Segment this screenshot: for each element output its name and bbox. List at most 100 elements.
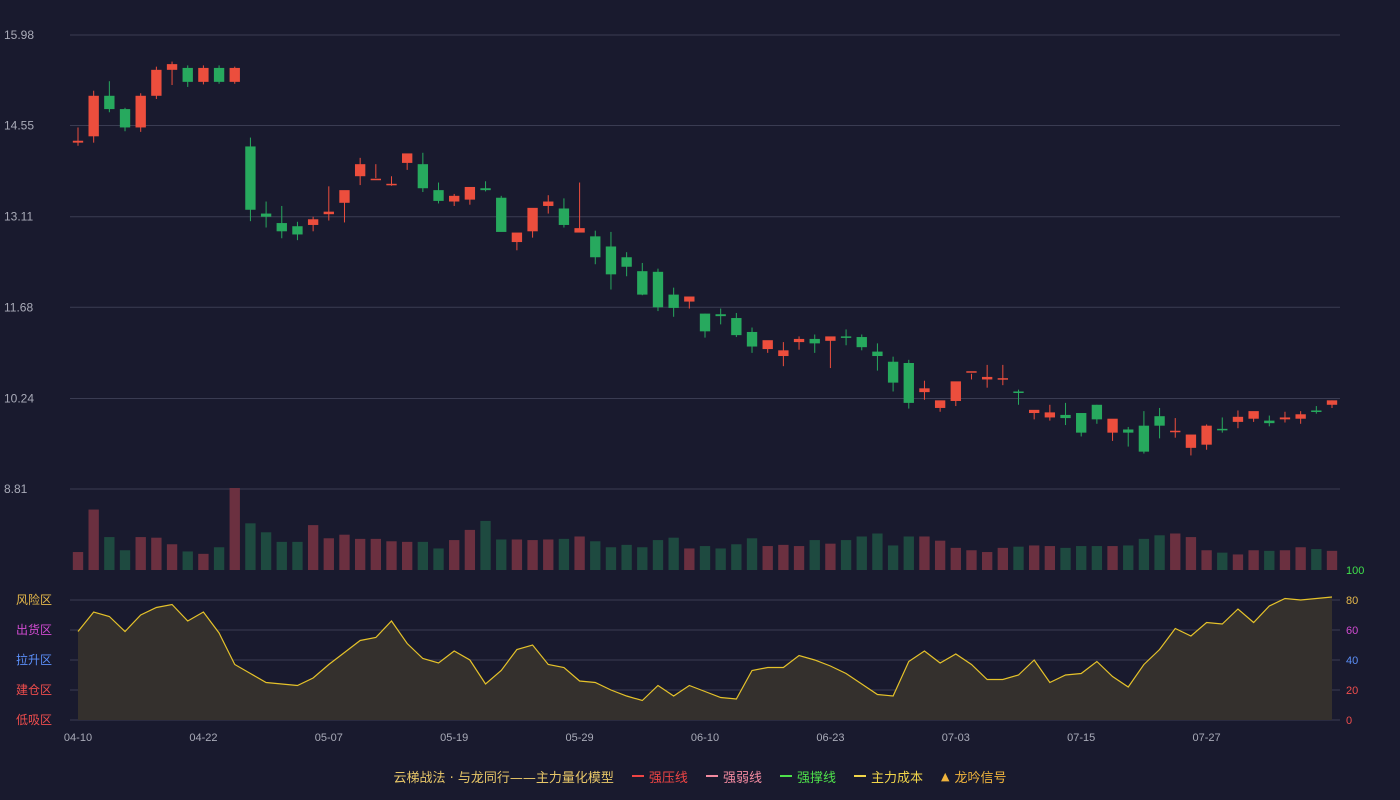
volume-bar — [1326, 550, 1338, 570]
candle-body — [872, 351, 883, 357]
volume-bar — [1029, 545, 1040, 570]
price-y-tick-label: 13.11 — [4, 210, 33, 224]
candle-body — [997, 378, 1008, 380]
legend-label-main-cost: 主力成本 — [870, 770, 923, 786]
volume-bar — [72, 552, 84, 570]
candle-body — [715, 314, 726, 317]
candle — [997, 364, 1008, 386]
candle-body — [1185, 434, 1197, 448]
candle — [417, 152, 429, 193]
legend-item-main-cost[interactable]: 主力成本 — [853, 767, 923, 786]
volume-bar — [1185, 537, 1197, 570]
volume-bar — [119, 550, 131, 570]
volume-bar — [1170, 533, 1181, 570]
candle — [1107, 418, 1118, 441]
candle — [88, 90, 99, 143]
candle — [1185, 434, 1197, 456]
volume-bar — [684, 548, 695, 570]
legend-swatch-strong-resistance — [631, 775, 644, 777]
oscillator-zone-label: 拉升区 — [16, 652, 52, 667]
volume-bar — [1201, 550, 1212, 570]
volume-bar — [1076, 546, 1087, 570]
candle-body — [260, 213, 272, 217]
candle — [260, 201, 272, 228]
candle-body — [151, 69, 162, 96]
candle-body — [213, 67, 225, 82]
candle — [1138, 411, 1150, 454]
candlestick-series — [72, 61, 1338, 456]
volume-bar — [213, 547, 225, 570]
volume-bar — [339, 534, 350, 570]
oscillator-y-tick-label: 20 — [1346, 685, 1358, 697]
legend-item-strong-support[interactable]: 强撑线 — [779, 767, 836, 786]
candle — [1248, 411, 1259, 422]
candle-body — [245, 146, 256, 210]
candle-body — [433, 190, 444, 201]
candle — [887, 356, 899, 392]
volume-bar — [1044, 546, 1056, 570]
volume-bar — [1279, 550, 1291, 570]
legend-item-strength-line[interactable]: 强弱线 — [705, 767, 762, 786]
volume-bar — [370, 538, 381, 570]
candle — [746, 327, 758, 353]
oscillator-zone-label: 建仓区 — [16, 683, 52, 697]
volume-bar — [825, 543, 836, 570]
candle-body — [229, 67, 240, 82]
candle — [652, 268, 664, 312]
candle-body — [793, 338, 805, 343]
volume-bar — [151, 537, 162, 570]
candle-body — [1201, 425, 1212, 445]
candle-body — [182, 67, 193, 82]
candle-body — [370, 178, 381, 181]
candle — [1201, 424, 1212, 450]
candle — [1232, 410, 1244, 429]
volume-bar — [386, 541, 397, 570]
volume-bar — [872, 533, 883, 570]
x-tick-label: 04-10 — [64, 732, 92, 744]
volume-bar — [1091, 546, 1103, 570]
oscillator-y-tick-label: 80 — [1346, 595, 1358, 607]
candle-body — [386, 183, 397, 186]
volume-bar — [558, 538, 570, 570]
oscillator-zone-label: 出货区 — [16, 622, 52, 637]
legend-item-strong-resistance[interactable]: 强压线 — [631, 767, 688, 786]
candle-body — [919, 388, 930, 393]
candle — [840, 329, 852, 346]
candle — [605, 231, 617, 290]
candle — [292, 221, 303, 241]
volume-bar — [480, 520, 491, 570]
volume-bar — [260, 532, 272, 570]
candle-body — [731, 318, 742, 336]
candle — [386, 176, 397, 186]
volume-bar — [307, 525, 319, 570]
candle — [449, 193, 460, 206]
candle-body — [762, 340, 773, 350]
legend-swatch-strong-support — [779, 775, 792, 777]
price-y-tick-label: 15.98 — [4, 28, 34, 42]
candle — [558, 198, 570, 228]
candle — [1091, 404, 1103, 424]
volume-bar — [997, 547, 1008, 570]
candle-body — [135, 95, 146, 128]
legend-item-dragon-signal[interactable]: ▲ 龙吟信号 — [941, 767, 1006, 786]
candle-body — [950, 381, 961, 401]
volume-bar — [762, 546, 773, 570]
candle — [1076, 413, 1087, 437]
candle-body — [1248, 411, 1259, 419]
candle — [715, 308, 726, 325]
candle — [574, 182, 585, 233]
volume-bar — [1107, 546, 1118, 570]
candle — [527, 207, 538, 238]
candle — [543, 195, 554, 214]
oscillator-area — [77, 596, 1333, 720]
candle-body — [417, 164, 429, 189]
volume-bar — [715, 548, 726, 570]
candle — [135, 93, 146, 132]
volume-bar — [746, 538, 758, 570]
volume-bar — [464, 529, 476, 570]
candle — [1060, 402, 1071, 426]
candle — [151, 66, 162, 99]
candle-body — [684, 296, 695, 302]
candle-body — [449, 195, 460, 202]
candle-body — [339, 190, 350, 203]
